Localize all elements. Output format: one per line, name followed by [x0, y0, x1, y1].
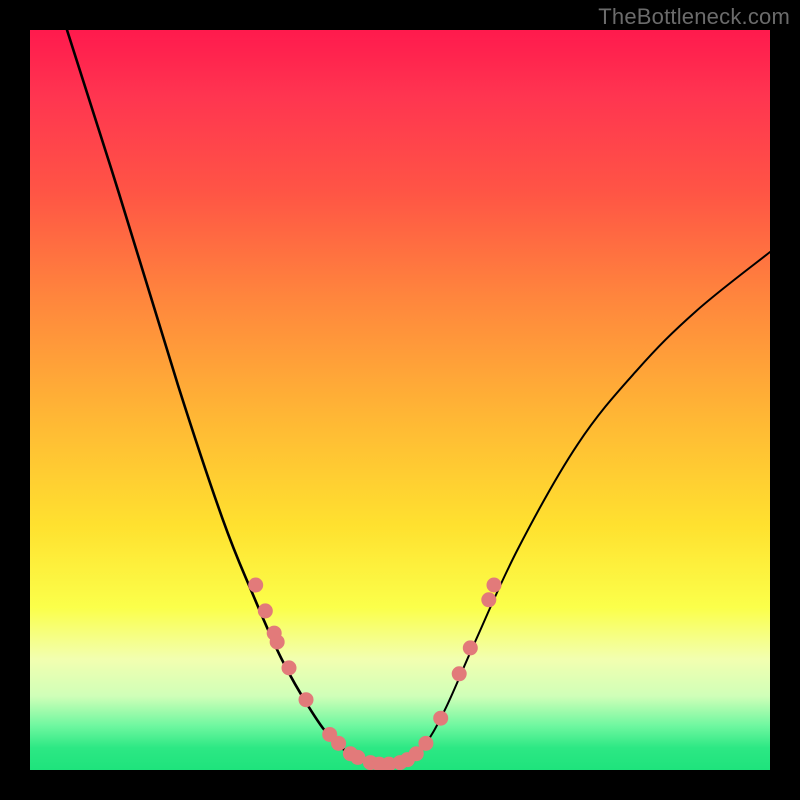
scatter-point	[418, 736, 433, 751]
scatter-point	[299, 692, 314, 707]
scatter-point	[331, 736, 346, 751]
scatter-point	[270, 634, 285, 649]
chart-frame: TheBottleneck.com	[0, 0, 800, 800]
scatter-point	[452, 666, 467, 681]
scatter-point	[481, 592, 496, 607]
scatter-point	[433, 711, 448, 726]
chart-svg	[30, 30, 770, 770]
curve-left-curve	[67, 30, 378, 764]
curve-group	[67, 30, 770, 764]
plot-area	[30, 30, 770, 770]
scatter-point	[282, 660, 297, 675]
curve-right-curve	[378, 252, 770, 764]
scatter-point	[248, 578, 263, 593]
scatter-point	[486, 578, 501, 593]
scatter-point	[463, 640, 478, 655]
watermark-text: TheBottleneck.com	[598, 4, 790, 30]
scatter-point	[258, 603, 273, 618]
scatter-group	[248, 578, 501, 771]
